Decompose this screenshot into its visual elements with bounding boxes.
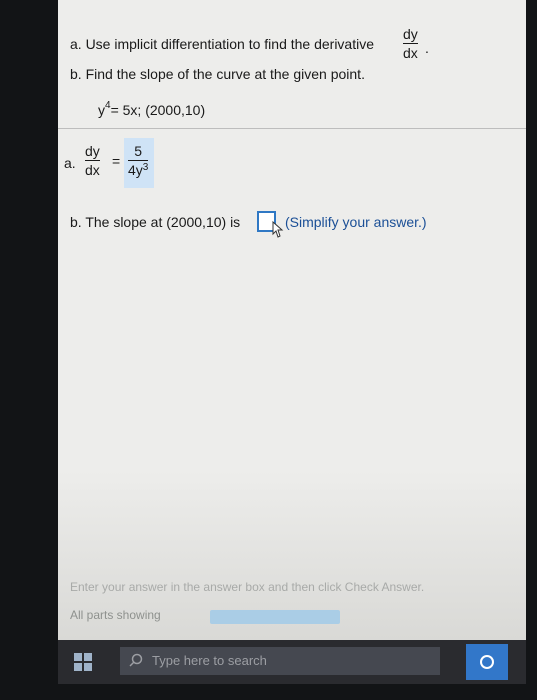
- answer-a-lhs: dy dx: [85, 143, 100, 178]
- part-b-prompt: b. Find the slope of the curve at the gi…: [70, 66, 365, 82]
- windows-start-icon[interactable]: [74, 653, 92, 671]
- answer-a-numerator: 5: [134, 143, 143, 159]
- answer-a-rhs: 5 4y3: [128, 143, 149, 178]
- search-placeholder: Type here to search: [152, 653, 267, 668]
- cortana-icon: [480, 655, 494, 669]
- answer-b-prompt: b. The slope at (2000,10) is: [70, 214, 241, 230]
- parts-label: All parts showing: [70, 608, 161, 622]
- derivative-fraction: dy dx: [403, 26, 418, 61]
- part-a-prompt: a. Use implicit differentiation to find …: [70, 36, 375, 52]
- simplify-hint: (Simplify your answer.): [285, 214, 427, 230]
- answer-a-label: a.: [64, 155, 76, 171]
- taskbar-search-box[interactable]: Type here to search: [120, 647, 440, 675]
- search-icon: [129, 653, 143, 667]
- question-panel: a. Use implicit differentiation to find …: [58, 0, 526, 640]
- instruction-text: Enter your answer in the answer box and …: [70, 580, 425, 594]
- answer-a-denominator: 4y3: [128, 162, 149, 178]
- derivative-numerator: dy: [403, 26, 418, 42]
- equation: y4= 5x; (2000,10): [98, 100, 206, 118]
- progress-bar: [210, 610, 340, 624]
- derivative-denominator: dx: [403, 45, 418, 61]
- cortana-button[interactable]: [466, 644, 508, 680]
- taskbar: Type here to search: [58, 640, 526, 684]
- divider: [58, 128, 526, 129]
